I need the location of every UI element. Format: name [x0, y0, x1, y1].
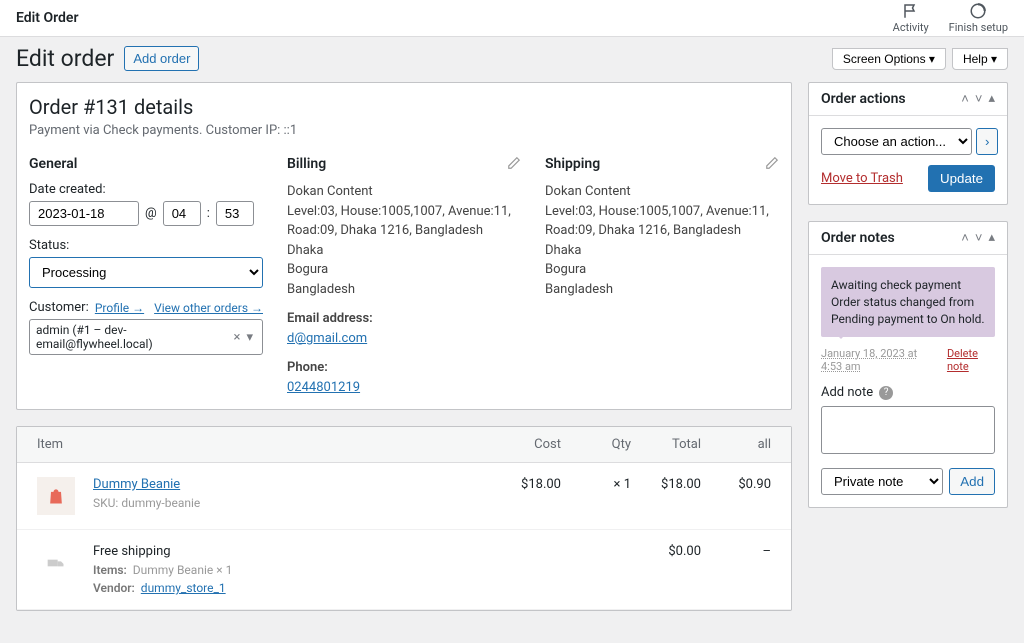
order-notes-heading: Order notes [821, 230, 895, 246]
payment-info: Payment via Check payments. Customer IP:… [29, 123, 779, 138]
order-action-select[interactable]: Choose an action... [821, 128, 972, 155]
order-notes-panel: Order notes ˄ ˅ ▴ Awaiting check payment… [808, 221, 1008, 508]
hour-input[interactable] [163, 201, 201, 226]
pencil-icon [765, 156, 779, 170]
note-textarea[interactable] [821, 406, 995, 454]
customer-label: Customer: [29, 300, 89, 315]
profile-link[interactable]: Profile → [95, 301, 144, 315]
vendor-link[interactable]: dummy_store_1 [141, 581, 226, 595]
general-column: General Date created: @ : Status: Proces… [29, 156, 263, 397]
date-input[interactable] [29, 201, 139, 226]
minute-input[interactable] [216, 201, 254, 226]
date-created-label: Date created: [29, 182, 263, 197]
order-actions-heading: Order actions [821, 91, 906, 107]
bag-icon [46, 486, 66, 506]
panel-up-icon[interactable]: ˄ [961, 230, 969, 246]
order-details-panel: Order #131 details Payment via Check pay… [16, 82, 792, 410]
product-link[interactable]: Dummy Beanie [93, 477, 180, 492]
help-button[interactable]: Help ▾ [952, 48, 1008, 70]
help-icon[interactable]: ? [879, 386, 893, 400]
general-heading: General [29, 156, 263, 172]
shipping-heading: Shipping [545, 156, 779, 172]
billing-phone-link[interactable]: 0244801219 [287, 380, 360, 395]
progress-icon [969, 2, 987, 20]
order-actions-panel: Order actions ˄ ˅ ▴ Choose an action... … [808, 82, 1008, 205]
screen-options-button[interactable]: Screen Options ▾ [832, 48, 946, 70]
page-crumb: Edit Order [16, 10, 78, 26]
panel-up-icon[interactable]: ˄ [961, 91, 969, 107]
flag-icon [902, 2, 920, 20]
pencil-icon [507, 156, 521, 170]
line-item-row: Dummy Beanie SKU: dummy-beanie $18.00 × … [17, 463, 791, 530]
page-title: Edit order [16, 45, 114, 72]
order-title: Order #131 details [29, 95, 779, 119]
move-to-trash-link[interactable]: Move to Trash [821, 171, 903, 186]
chevron-down-icon[interactable]: ▾ [243, 330, 256, 345]
note-type-select[interactable]: Private note [821, 468, 943, 495]
top-bar: Edit Order Activity Finish setup [0, 0, 1024, 37]
activity-button[interactable]: Activity [893, 2, 929, 34]
delete-note-link[interactable]: Delete note [947, 347, 995, 373]
finish-setup-button[interactable]: Finish setup [949, 2, 1008, 34]
view-other-orders-link[interactable]: View other orders → [154, 301, 263, 315]
shipping-item-row: Free shipping Items: Dummy Beanie × 1 Ve… [17, 530, 791, 610]
order-items-panel: Item Cost Qty Total all Dummy Beanie SKU… [16, 426, 792, 611]
panel-down-icon[interactable]: ˅ [975, 230, 983, 246]
shipping-column: Shipping Dokan Content Level:03, House:1… [545, 156, 779, 397]
billing-column: Billing Dokan Content Level:03, House:10… [287, 156, 521, 397]
edit-billing-icon[interactable] [507, 156, 521, 174]
add-note-button[interactable]: Add [949, 468, 995, 495]
shipping-method-name: Free shipping [93, 544, 491, 559]
billing-heading: Billing [287, 156, 521, 172]
panel-toggle-icon[interactable]: ▴ [988, 230, 995, 246]
billing-email-link[interactable]: d@gmail.com [287, 331, 367, 346]
panel-toggle-icon[interactable]: ▴ [988, 91, 995, 107]
clear-customer-icon[interactable]: × [231, 330, 244, 345]
edit-shipping-icon[interactable] [765, 156, 779, 174]
order-note: Awaiting check payment Order status chan… [821, 267, 995, 337]
customer-select[interactable]: admin (#1 – dev-email@flywheel.local) × … [29, 319, 263, 355]
shipping-thumbnail [37, 544, 75, 582]
panel-down-icon[interactable]: ˅ [975, 91, 983, 107]
status-select[interactable]: Processing [29, 257, 263, 288]
apply-action-button[interactable]: › [976, 128, 998, 155]
add-order-button[interactable]: Add order [124, 46, 199, 71]
update-button[interactable]: Update [928, 165, 995, 192]
product-thumbnail [37, 477, 75, 515]
truck-icon [46, 553, 66, 573]
page-header: Edit order Add order Screen Options ▾ He… [0, 37, 1024, 82]
items-header: Item Cost Qty Total all [17, 427, 791, 463]
status-label: Status: [29, 238, 263, 253]
note-timestamp: January 18, 2023 at 4:53 am [821, 347, 941, 373]
